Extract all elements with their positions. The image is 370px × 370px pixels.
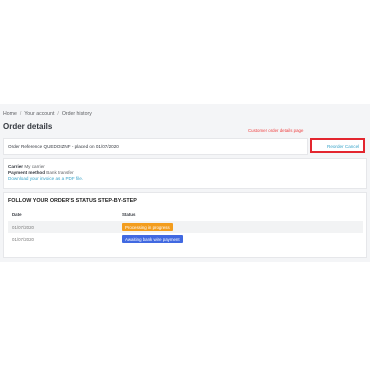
- reorder-highlight-box: Reorder Cancel: [310, 138, 365, 153]
- table-row: 01/07/2020 Processing in progress: [8, 221, 363, 233]
- order-status-card: FOLLOW YOUR ORDER'S STATUS STEP-BY-STEP …: [3, 192, 367, 258]
- annotation-label: Customer order details page: [248, 128, 304, 133]
- breadcrumb-home[interactable]: Home: [3, 111, 17, 117]
- carrier-label: Carrier: [8, 164, 24, 169]
- carrier-payment-card: Carrier My carrier Payment method Bank t…: [3, 158, 367, 189]
- status-badge: Awaiting bank wire payment: [122, 235, 183, 243]
- page-title: Order details: [3, 122, 53, 131]
- table-row: 01/07/2020 Awaiting bank wire payment: [8, 233, 363, 245]
- breadcrumb-order-history[interactable]: Order history: [62, 111, 92, 117]
- breadcrumb-separator: /: [19, 111, 22, 117]
- order-reference-card: Order Reference QUEDOIZNF - placed on 01…: [3, 138, 308, 155]
- payment-row: Payment method Bank transfer: [8, 170, 74, 175]
- breadcrumb-your-account[interactable]: Your account: [24, 111, 54, 117]
- status-date: 01/07/2020: [12, 225, 34, 230]
- status-section-title: FOLLOW YOUR ORDER'S STATUS STEP-BY-STEP: [8, 198, 137, 204]
- breadcrumb-separator: /: [57, 111, 59, 117]
- status-badge: Processing in progress: [122, 223, 173, 231]
- status-column-header: Status: [122, 212, 136, 217]
- carrier-row: Carrier My carrier: [8, 164, 45, 169]
- reorder-link[interactable]: Reorder Cancel: [327, 144, 359, 149]
- status-date: 01/07/2020: [12, 237, 34, 242]
- date-column-header: Date: [12, 212, 22, 217]
- breadcrumb: Home / Your account / Order history: [3, 111, 92, 117]
- order-reference-text: Order Reference QUEDOIZNF - placed on 01…: [8, 144, 119, 149]
- status-table-header: Date Status: [8, 209, 363, 220]
- payment-value: Bank transfer: [46, 170, 74, 175]
- carrier-value: My carrier: [24, 164, 45, 169]
- payment-label: Payment method: [8, 170, 46, 175]
- invoice-download-link[interactable]: Download your invoice as a PDF file.: [8, 176, 83, 181]
